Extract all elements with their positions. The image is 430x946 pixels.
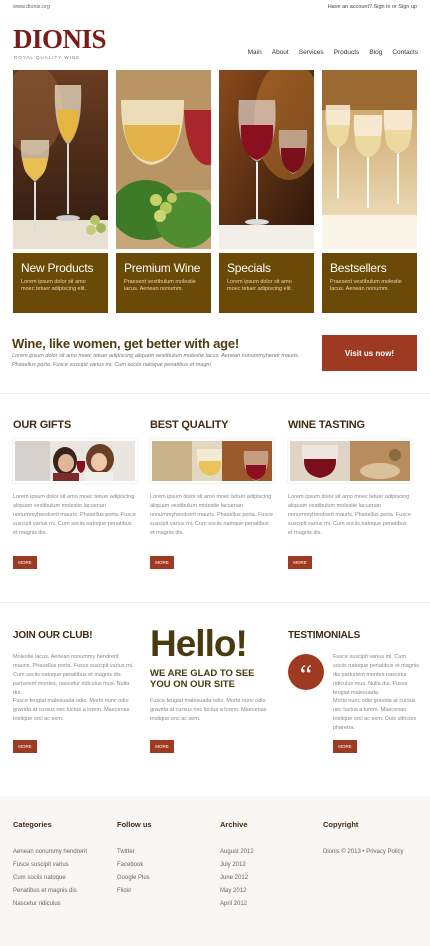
banner-caption: Premium Wine Praesent vestibulum molesti… (116, 253, 211, 313)
feature-title: BEST QUALITY (150, 419, 229, 431)
testimonials-more-button[interactable]: MORE (333, 740, 357, 753)
logo[interactable]: DIONIS (13, 26, 107, 53)
footer-link-facebook[interactable]: Facebook (117, 859, 152, 872)
nav-item-main[interactable]: Main (248, 49, 262, 56)
top-bar: www.dionis.org Have an account? Sign in … (0, 0, 430, 14)
nav-item-services[interactable]: Services (299, 49, 324, 56)
slogan-text: Lorem ipsum dolor sit amo moec tetuer ad… (12, 353, 300, 368)
page: www.dionis.org Have an account? Sign in … (0, 0, 430, 946)
banner-text: Praesent vestibulum molestie lacus. Aene… (330, 279, 402, 292)
footer-link[interactable]: Fusce suscipit varius (13, 859, 87, 872)
banner-caption: Specials Lorem ipsum dolor sit amo moec … (219, 253, 314, 313)
feature-wine-tasting: WINE TASTING Lorem ipsum dolor sit amo m… (288, 419, 412, 579)
feature-our-gifts: OUR GIFTS Lorem ipsum dolor sit amo moec… (13, 419, 137, 579)
hello-title: Hello! (150, 623, 248, 664)
footer-link[interactable]: Nascetur ridiculus (13, 898, 87, 911)
nav-item-about[interactable]: About (272, 49, 289, 56)
footer-link[interactable]: Aenean nonummy hendrerit (13, 846, 87, 859)
divider (0, 393, 430, 394)
footer-link[interactable]: June 2012 (220, 872, 254, 885)
banner-text: Lorem ipsum dolor sit amo moec tetuer ad… (227, 279, 293, 292)
slogan-title: Wine, like women, get better with age! (12, 336, 240, 351)
footer: Categories Aenean nonummy hendrerit Fusc… (0, 796, 430, 946)
banner-text: Praesent vestibulum molestie lacus. Aene… (124, 279, 196, 292)
account-links: Have an account? Sign in or Sign up (328, 4, 417, 10)
hello-text: Fusce feugiat malesuada odio. Morbi nunc… (150, 698, 267, 722)
footer-copyright: Copyright Dionis © 2013 • Privacy Policy (323, 820, 404, 859)
banner-bestsellers[interactable]: Bestsellers Praesent vestibulum molestie… (322, 70, 417, 313)
footer-link[interactable]: May 2012 (220, 885, 254, 898)
feature-title: WINE TASTING (288, 419, 365, 431)
nav-item-blog[interactable]: Blog (369, 49, 382, 56)
nav-item-contacts[interactable]: Contacts (392, 49, 418, 56)
footer-archive: Archive August 2012 July 2012 June 2012 … (220, 820, 254, 911)
footer-link-twitter[interactable]: Twitter (117, 846, 152, 859)
banner-photo-white-wine (13, 70, 108, 249)
footer-heading: Follow us (117, 820, 152, 829)
footer-categories: Categories Aenean nonummy hendrerit Fusc… (13, 820, 87, 911)
footer-heading: Archive (220, 820, 248, 829)
banner-premium-wine[interactable]: Premium Wine Praesent vestibulum molesti… (116, 70, 211, 313)
quote-icon: “ (288, 654, 324, 691)
banner-caption: Bestsellers Praesent vestibulum molestie… (322, 253, 417, 313)
hello-more-button[interactable]: MORE (150, 740, 174, 753)
club-text-2: Fusce feugiat malesuada odio. Morbi nunc… (13, 698, 130, 722)
nav-item-products[interactable]: Products (334, 49, 360, 56)
banner-photo-decanter-grapes (116, 70, 211, 249)
feature-text: Lorem ipsum dolor sit amo moec tetuer ad… (288, 494, 411, 536)
banner-title: Specials (227, 261, 271, 275)
hello-subtitle: WE ARE GLAD TO SEE YOU ON OUR SITE (150, 668, 255, 690)
more-button[interactable]: MORE (13, 556, 37, 569)
banner-text: Lorem ipsum dolor sit amo moec tetuer ad… (21, 279, 87, 292)
visit-us-button[interactable]: Visit us now! (322, 335, 417, 371)
feature-photo-couple (13, 439, 137, 483)
feature-best-quality: BEST QUALITY Lorem ipsum dolor sit amo m… (150, 419, 274, 579)
banner-photo-red-wine (219, 70, 314, 249)
footer-link[interactable]: Penatibus et magnis dis (13, 885, 87, 898)
footer-link-flickr[interactable]: Flickr (117, 885, 152, 898)
feature-photo-pouring-wine (150, 439, 274, 483)
footer-heading: Categories (13, 820, 52, 829)
feature-text: Lorem ipsum dolor sit amo moec tetuer ad… (150, 494, 273, 536)
footer-link[interactable]: April 2012 (220, 898, 254, 911)
feature-text: Lorem ipsum dolor sit amo moec tetuer ad… (13, 494, 136, 536)
club-more-button[interactable]: MORE (13, 740, 37, 753)
banner-caption: New Products Lorem ipsum dolor sit amo m… (13, 253, 108, 313)
sign-in-link[interactable]: Sign in or Sign up (374, 4, 417, 10)
logo-tagline: ROYAL QUALITY WINE (14, 55, 81, 60)
club-text: Molestie lacus. Aenean nonummy hendrerit… (13, 654, 134, 696)
testimonial-text: Fusce suscipit varius mi. Cum sociis nat… (333, 654, 419, 696)
footer-heading: Copyright (323, 820, 359, 829)
testimonial-text-2: Morbi nunc odio gravida at cursus nec lu… (333, 698, 417, 731)
banner-row: New Products Lorem ipsum dolor sit amo m… (13, 70, 417, 313)
feature-title: OUR GIFTS (13, 419, 72, 431)
more-button[interactable]: MORE (150, 556, 174, 569)
footer-link-google-plus[interactable]: Google Plus (117, 872, 152, 885)
divider (0, 602, 430, 603)
banner-title: New Products (21, 261, 94, 275)
account-prefix: Have an account? (327, 4, 374, 10)
banner-new-products[interactable]: New Products Lorem ipsum dolor sit amo m… (13, 70, 108, 313)
banner-title: Bestsellers (330, 261, 387, 275)
main-nav: Main About Services Products Blog Contac… (248, 49, 418, 56)
footer-link[interactable]: August 2012 (220, 846, 254, 859)
footer-link[interactable]: July 2012 (220, 859, 254, 872)
banner-title: Premium Wine (124, 261, 201, 275)
club-title: JOIN OUR CLUB! (13, 630, 93, 641)
testimonials-title: TESTIMONIALS (288, 630, 361, 641)
more-button[interactable]: MORE (288, 556, 312, 569)
footer-link[interactable]: Cum sociis natoque (13, 872, 87, 885)
banner-photo-glasses-row (322, 70, 417, 249)
site-url: www.dionis.org (13, 4, 50, 10)
footer-follow-us: Follow us Twitter Facebook Google Plus F… (117, 820, 152, 898)
feature-photo-tasting (288, 439, 412, 483)
copyright-text[interactable]: Dionis © 2013 • Privacy Policy (323, 846, 404, 859)
banner-specials[interactable]: Specials Lorem ipsum dolor sit amo moec … (219, 70, 314, 313)
